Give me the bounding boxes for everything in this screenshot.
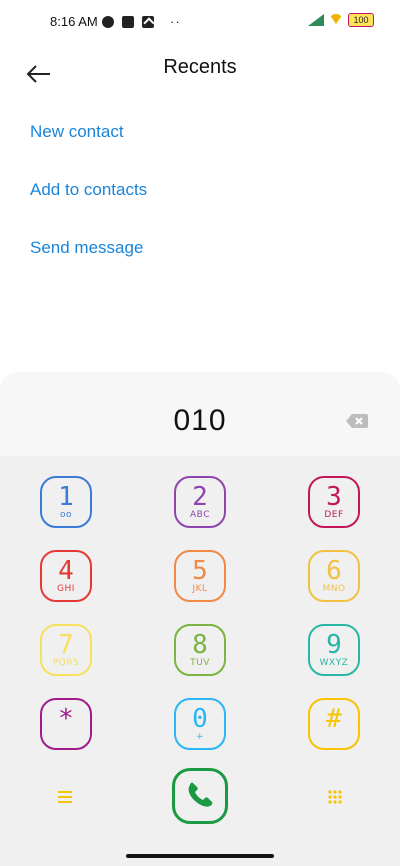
dialer-panel: 010 1 oo 2 ABC 3 DEF 4 GHI 5 JKL 6 MNO 7…: [0, 372, 400, 866]
signal-icon: [308, 14, 324, 26]
key-letters: DEF: [324, 510, 344, 520]
status-right-icons: 100: [308, 13, 374, 27]
key-letters: +: [195, 732, 205, 742]
new-contact-link[interactable]: New contact: [30, 122, 147, 180]
key-9[interactable]: 9 WXYZ: [308, 624, 360, 676]
dialpad-icon: [328, 790, 342, 804]
key-digit: 2: [192, 482, 208, 512]
app-icon: [122, 15, 134, 28]
key-digit: 0: [192, 704, 208, 734]
key-letters: WXYZ: [319, 658, 349, 668]
notification-icon: [102, 15, 114, 28]
status-time: 8:16 AM: [50, 14, 98, 29]
key-digit: 5: [192, 556, 208, 586]
key-letters: TUV: [190, 658, 210, 668]
number-display: 010: [0, 372, 400, 456]
menu-button[interactable]: [56, 788, 74, 806]
page-title: Recents: [163, 56, 237, 78]
key-digit: 8: [192, 630, 208, 660]
key-digit: 7: [58, 630, 74, 660]
status-bar: 8:16 AM ·· 100: [0, 0, 400, 44]
key-1[interactable]: 1 oo: [40, 476, 92, 528]
key-letters: JKL: [192, 584, 208, 594]
key-digit: 1: [58, 482, 74, 512]
key-digit: *: [58, 704, 74, 734]
key-letters: ABC: [190, 510, 210, 520]
actions-list: New contact Add to contacts Send message: [30, 122, 147, 296]
home-indicator[interactable]: [126, 854, 274, 858]
header: Recents: [0, 44, 400, 92]
wifi-icon: [328, 14, 344, 26]
key-0[interactable]: 0 +: [174, 698, 226, 750]
key-8[interactable]: 8 TUV: [174, 624, 226, 676]
dialer-bottom-row: [0, 766, 400, 836]
key-digit: 9: [326, 630, 342, 660]
add-to-contacts-link[interactable]: Add to contacts: [30, 180, 147, 238]
hide-keypad-button[interactable]: [326, 788, 344, 806]
key-5[interactable]: 5 JKL: [174, 550, 226, 602]
send-message-link[interactable]: Send message: [30, 238, 147, 296]
key-6[interactable]: 6 MNO: [308, 550, 360, 602]
key-3[interactable]: 3 DEF: [308, 476, 360, 528]
key-letters: GHI: [57, 584, 75, 594]
battery-indicator: 100: [348, 13, 374, 27]
key-digit: 6: [326, 556, 342, 586]
phone-icon: [188, 782, 213, 807]
key-2[interactable]: 2 ABC: [174, 476, 226, 528]
key-star[interactable]: *: [40, 698, 92, 750]
backspace-button[interactable]: [346, 414, 368, 428]
key-digit: #: [326, 704, 342, 734]
key-digit: 3: [326, 482, 342, 512]
status-left-icons: ··: [102, 14, 181, 29]
call-button[interactable]: [172, 768, 228, 824]
key-digit: 4: [58, 556, 74, 586]
key-letters: PQRS: [52, 658, 80, 668]
voicemail-icon: oo: [59, 510, 72, 520]
menu-icon: [58, 791, 72, 803]
key-hash[interactable]: #: [308, 698, 360, 750]
key-letters: MNO: [322, 584, 346, 594]
key-7[interactable]: 7 PQRS: [40, 624, 92, 676]
key-4[interactable]: 4 GHI: [40, 550, 92, 602]
backspace-icon: [346, 414, 368, 428]
upload-icon: [142, 15, 154, 28]
dialed-number: 010: [173, 404, 227, 437]
more-notifications-icon: ··: [170, 14, 181, 29]
